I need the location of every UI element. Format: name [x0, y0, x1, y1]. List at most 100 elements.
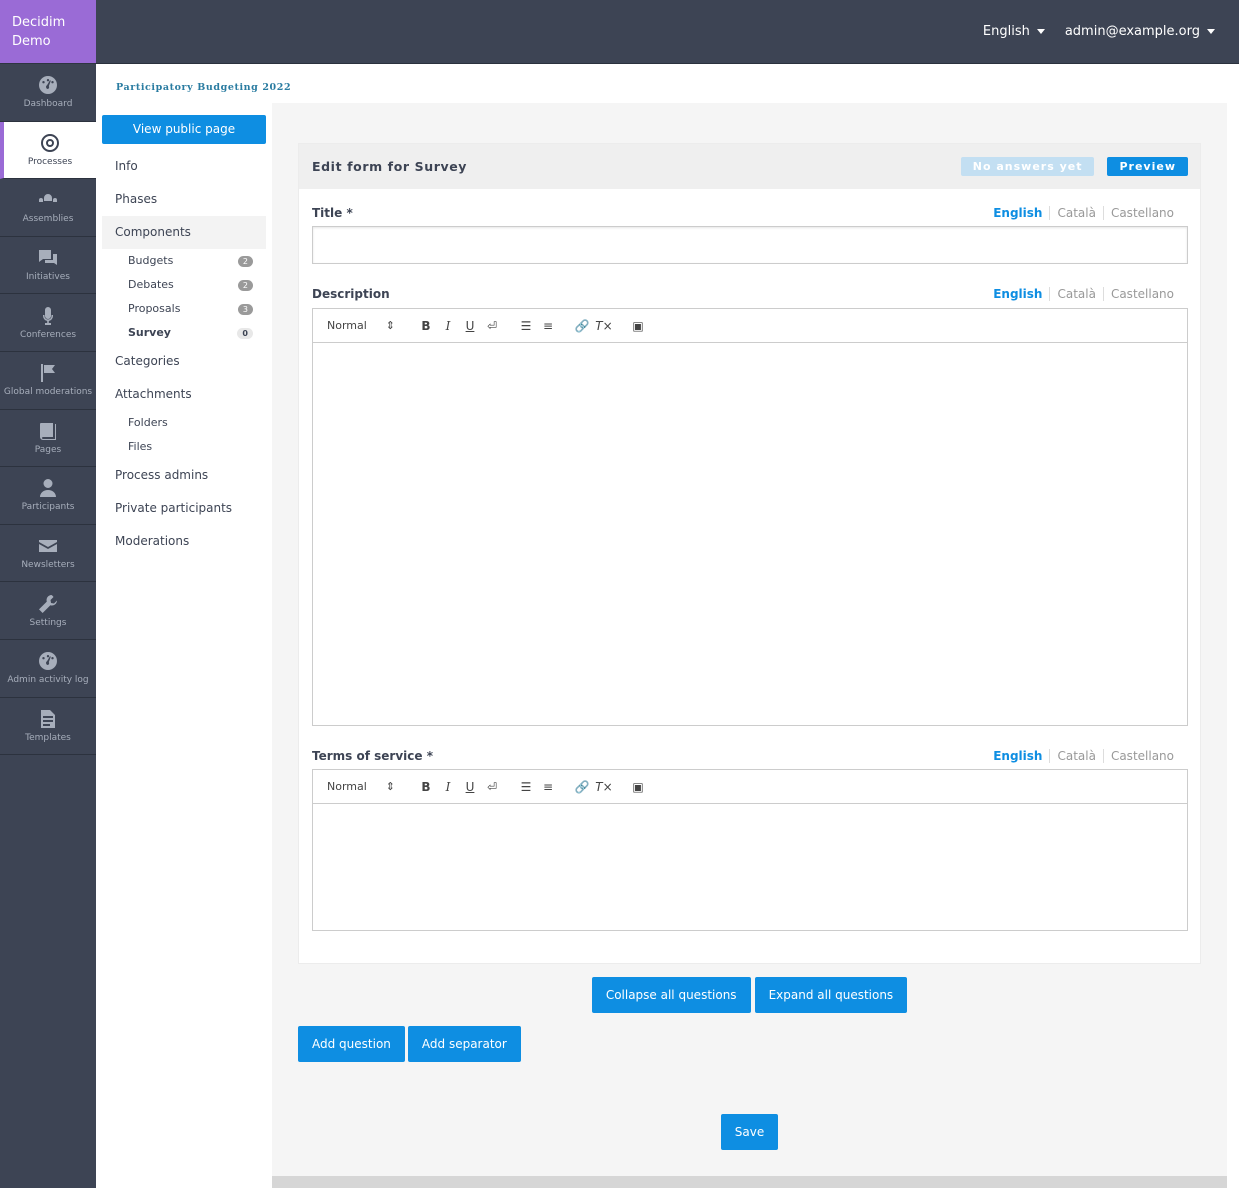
- nav-item-initiatives[interactable]: Initiatives: [0, 237, 96, 295]
- nav-item-settings[interactable]: Settings: [0, 582, 96, 640]
- preview-button[interactable]: Preview: [1107, 157, 1188, 176]
- editor-toolbar: Normal ⇕ B I U ⏎ ☰ ≡ 🔗 T× ▣: [313, 309, 1187, 343]
- ordered-list-icon[interactable]: ☰: [515, 780, 537, 794]
- bullet-list-icon[interactable]: ≡: [537, 780, 559, 794]
- tab-catala[interactable]: Català: [1049, 749, 1102, 763]
- sec-item-info[interactable]: Info: [102, 150, 266, 183]
- tos-label: Terms of service *: [312, 749, 433, 763]
- chat-icon: [39, 250, 57, 266]
- nav-label-pages: Pages: [34, 444, 62, 455]
- tab-castellano[interactable]: Castellano: [1102, 206, 1181, 220]
- tos-editor: Normal ⇕ B I U ⏎ ☰ ≡ 🔗 T× ▣: [312, 769, 1188, 931]
- bold-icon[interactable]: B: [415, 780, 437, 794]
- nav-label-templates: Templates: [25, 732, 71, 743]
- tab-castellano[interactable]: Castellano: [1102, 287, 1181, 301]
- linebreak-icon[interactable]: ⏎: [481, 780, 503, 794]
- nav-item-conferences[interactable]: Conferences: [0, 294, 96, 352]
- nav-item-pages[interactable]: Pages: [0, 410, 96, 468]
- title-input[interactable]: [312, 226, 1188, 264]
- tab-catala[interactable]: Català: [1049, 206, 1102, 220]
- video-icon[interactable]: ▣: [627, 319, 649, 333]
- process-title[interactable]: Participatory Budgeting 2022: [116, 82, 291, 93]
- horizontal-scrollbar[interactable]: [272, 1176, 1227, 1188]
- updown-icon: ⇕: [385, 780, 395, 793]
- nav-item-processes[interactable]: Processes: [0, 121, 96, 180]
- linebreak-icon[interactable]: ⏎: [481, 319, 503, 333]
- sec-item-attachments[interactable]: Attachments: [102, 378, 266, 411]
- title-label: Title *: [312, 206, 353, 220]
- nav-label-conferences: Conferences: [19, 329, 77, 340]
- clear-format-icon[interactable]: T×: [593, 319, 615, 333]
- tab-english[interactable]: English: [986, 206, 1049, 220]
- bold-icon[interactable]: B: [415, 319, 437, 333]
- flag-icon: [41, 364, 55, 383]
- save-row: Save: [272, 1114, 1227, 1150]
- nav-item-assemblies[interactable]: Assemblies: [0, 179, 96, 237]
- nav-label-settings: Settings: [29, 617, 67, 628]
- nav-item-global-moderations[interactable]: Global moderations: [0, 352, 96, 410]
- nav-item-dashboard[interactable]: Dashboard: [0, 64, 96, 122]
- logo[interactable]: Decidim Demo: [0, 0, 96, 64]
- logo-line-2: Demo: [12, 34, 51, 49]
- card-header: Edit form for Survey No answers yet Prev…: [299, 144, 1200, 189]
- assemblies-icon: [39, 194, 57, 203]
- right-gutter: [1227, 103, 1239, 1188]
- sec-item-moderations[interactable]: Moderations: [102, 525, 266, 558]
- video-icon[interactable]: ▣: [627, 780, 649, 794]
- description-text-area[interactable]: [313, 343, 1187, 726]
- count-badge: 3: [237, 303, 253, 315]
- component-item-survey[interactable]: Survey 0: [102, 321, 266, 345]
- nav-item-templates[interactable]: Templates: [0, 698, 96, 756]
- add-separator-button[interactable]: Add separator: [407, 1026, 521, 1062]
- tos-label-row: Terms of service * English Català Castel…: [312, 749, 1181, 763]
- user-dropdown[interactable]: admin@example.org: [1065, 24, 1215, 39]
- sec-item-components[interactable]: Components: [102, 216, 266, 249]
- sec-item-private-participants[interactable]: Private participants: [102, 492, 266, 525]
- add-question-button[interactable]: Add question: [298, 1026, 405, 1062]
- envelope-icon: [39, 540, 57, 553]
- tab-english[interactable]: English: [986, 287, 1049, 301]
- nav-item-admin-activity-log[interactable]: Admin activity log: [0, 640, 96, 698]
- component-item-debates[interactable]: Debates 2: [102, 273, 266, 297]
- attachment-label: Folders: [128, 416, 168, 429]
- language-label: English: [982, 24, 1030, 39]
- italic-icon[interactable]: I: [437, 780, 459, 794]
- nav-item-participants[interactable]: Participants: [0, 467, 96, 525]
- main-content: Edit form for Survey No answers yet Prev…: [272, 103, 1227, 1176]
- save-button[interactable]: Save: [720, 1114, 779, 1150]
- tos-language-tabs: English Català Castellano: [986, 749, 1181, 763]
- link-icon[interactable]: 🔗: [571, 780, 593, 794]
- italic-icon[interactable]: I: [437, 319, 459, 333]
- bullet-list-icon[interactable]: ≡: [537, 319, 559, 333]
- nav-item-newsletters[interactable]: Newsletters: [0, 525, 96, 583]
- description-label: Description: [312, 287, 390, 301]
- attachment-item-files[interactable]: Files: [102, 435, 266, 459]
- tab-english[interactable]: English: [986, 749, 1049, 763]
- tos-text-area[interactable]: [313, 804, 1187, 931]
- clear-format-icon[interactable]: T×: [593, 780, 615, 794]
- ordered-list-icon[interactable]: ☰: [515, 319, 537, 333]
- underline-icon[interactable]: U: [459, 780, 481, 794]
- format-select[interactable]: Normal ⇕: [327, 319, 395, 332]
- component-item-budgets[interactable]: Budgets 2: [102, 249, 266, 273]
- expand-all-button[interactable]: Expand all questions: [754, 977, 908, 1013]
- count-badge: 2: [237, 279, 253, 291]
- sec-item-phases[interactable]: Phases: [102, 183, 266, 216]
- component-item-proposals[interactable]: Proposals 3: [102, 297, 266, 321]
- language-dropdown[interactable]: English: [983, 24, 1045, 39]
- updown-icon: ⇕: [385, 319, 395, 332]
- collapse-all-button[interactable]: Collapse all questions: [591, 977, 751, 1013]
- view-public-page-button[interactable]: View public page: [102, 115, 266, 144]
- microphone-icon: [43, 306, 53, 325]
- person-icon: [40, 479, 56, 498]
- nav-label-participants: Participants: [21, 502, 75, 513]
- tab-catala[interactable]: Català: [1049, 287, 1102, 301]
- underline-icon[interactable]: U: [459, 319, 481, 333]
- sec-item-process-admins[interactable]: Process admins: [102, 459, 266, 492]
- tab-castellano[interactable]: Castellano: [1102, 749, 1181, 763]
- format-select[interactable]: Normal ⇕: [327, 780, 395, 793]
- sec-item-categories[interactable]: Categories: [102, 345, 266, 378]
- link-icon[interactable]: 🔗: [571, 319, 593, 333]
- component-label: Budgets: [128, 254, 174, 267]
- attachment-item-folders[interactable]: Folders: [102, 411, 266, 435]
